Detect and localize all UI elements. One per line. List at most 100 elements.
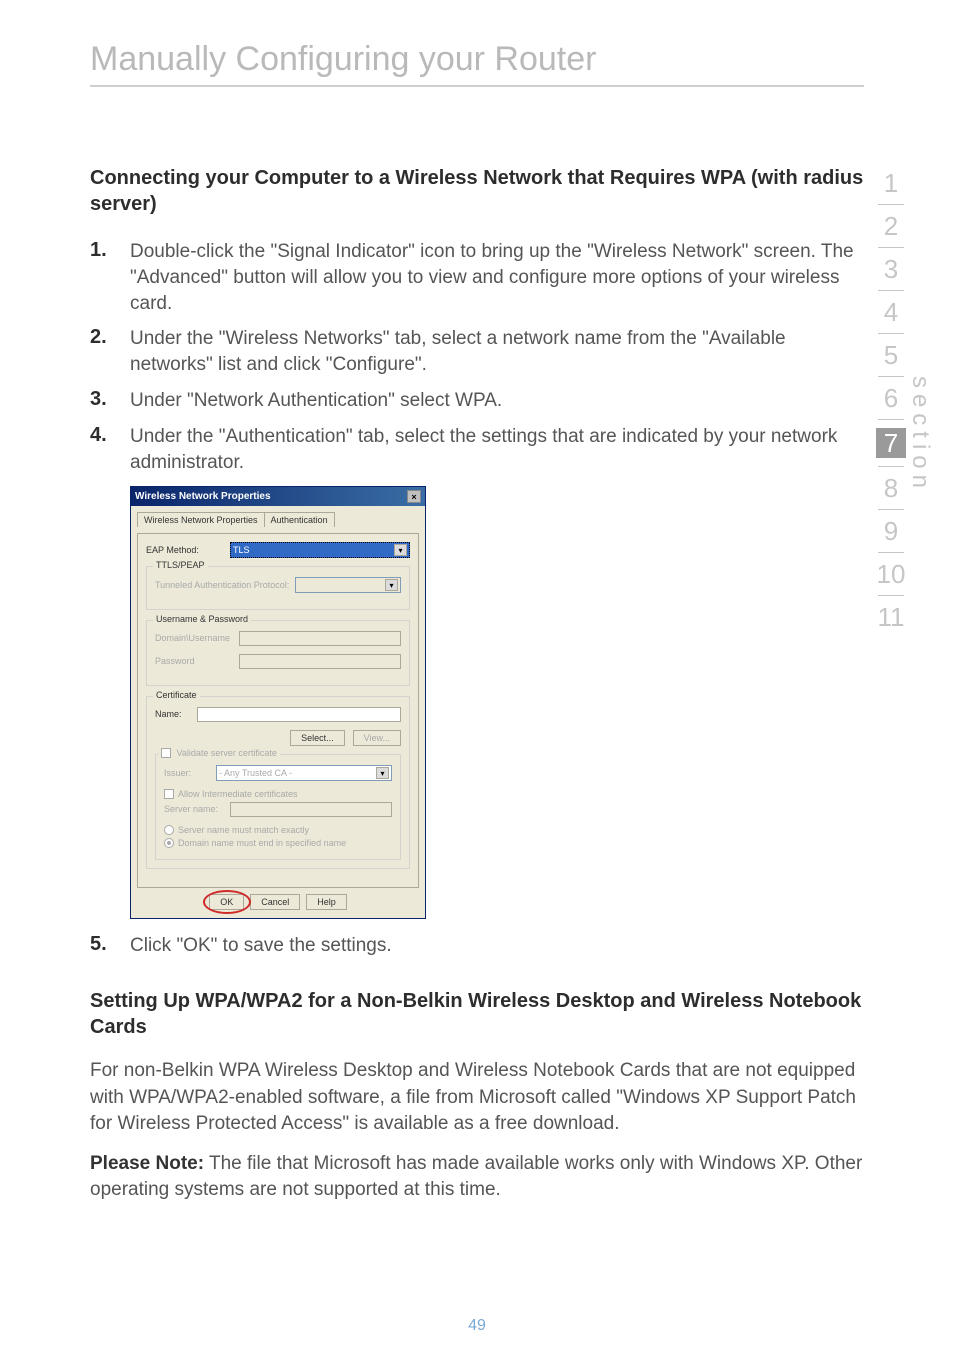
password-label: Password [155, 656, 233, 666]
username-password-group-title: Username & Password [153, 614, 251, 624]
step-5: 5. Click "OK" to save the settings. [90, 933, 864, 959]
steps-list-1: 1. Double-click the "Signal Indicator" i… [90, 239, 864, 476]
tunneled-auth-label: Tunneled Authentication Protocol: [155, 580, 289, 590]
validate-checkbox[interactable] [161, 748, 171, 758]
cert-buttons-row: Select... View... [155, 730, 401, 746]
nav-divider [878, 247, 904, 248]
ttls-peap-group-title: TTLS/PEAP [153, 560, 208, 570]
step-text: Under the "Authentication" tab, select t… [130, 424, 864, 476]
nav-2[interactable]: 2 [876, 213, 906, 239]
step-number: 2. [90, 326, 130, 349]
nav-4[interactable]: 4 [876, 299, 906, 325]
dialog-body: Wireless Network Properties Authenticati… [131, 506, 425, 918]
tab-wireless-network-properties[interactable]: Wireless Network Properties [137, 512, 265, 527]
server-name-row: Server name: [164, 802, 392, 817]
tunneled-auth-row: Tunneled Authentication Protocol: ▾ [155, 577, 401, 593]
tab-authentication[interactable]: Authentication [264, 512, 335, 527]
nav-3[interactable]: 3 [876, 256, 906, 282]
step-2: 2. Under the "Wireless Networks" tab, se… [90, 326, 864, 378]
eap-method-label: EAP Method: [146, 545, 224, 555]
nav-divider [878, 419, 904, 420]
nav-divider [878, 552, 904, 553]
nav-7-active[interactable]: 7 [876, 428, 906, 458]
chapter-rule [90, 85, 864, 87]
chevron-down-icon: ▾ [376, 767, 389, 779]
step-4: 4. Under the "Authentication" tab, selec… [90, 424, 864, 476]
dialog-button-row: OK Cancel Help [137, 888, 419, 912]
step-number: 1. [90, 239, 130, 262]
radio-end-name[interactable] [164, 838, 174, 848]
tunneled-auth-select[interactable]: ▾ [295, 577, 401, 593]
step-number: 4. [90, 424, 130, 447]
domain-username-input[interactable] [239, 631, 401, 646]
view-cert-button[interactable]: View... [353, 730, 401, 746]
close-icon[interactable]: × [407, 490, 421, 503]
step-3: 3. Under "Network Authentication" select… [90, 388, 864, 414]
nav-9[interactable]: 9 [876, 518, 906, 544]
nav-10[interactable]: 10 [876, 561, 906, 587]
username-password-group: Username & Password Domain\Username Pass… [146, 620, 410, 686]
step-text: Click "OK" to save the settings. [130, 933, 392, 959]
radio-end-name-label: Domain name must end in specified name [178, 838, 346, 848]
allow-intermediate-label: Allow Intermediate certificates [178, 789, 298, 799]
validate-checkbox-row: Validate server certificate [158, 748, 280, 759]
nav-11[interactable]: 11 [876, 604, 906, 630]
document-page: Manually Configuring your Router Connect… [0, 0, 954, 1363]
step-text: Under "Network Authentication" select WP… [130, 388, 502, 414]
issuer-label: Issuer: [164, 768, 210, 778]
eap-method-select[interactable]: TLS ▾ [230, 542, 410, 558]
eap-method-row: EAP Method: TLS ▾ [146, 542, 410, 558]
validate-label: Validate server certificate [177, 748, 277, 758]
server-name-label: Server name: [164, 804, 224, 814]
cert-name-input[interactable] [197, 707, 401, 722]
please-note-label: Please Note: [90, 1153, 204, 1174]
chevron-down-icon: ▾ [394, 544, 407, 556]
nav-5[interactable]: 5 [876, 342, 906, 368]
password-row: Password [155, 654, 401, 669]
select-cert-button[interactable]: Select... [290, 730, 345, 746]
nav-6[interactable]: 6 [876, 385, 906, 411]
wireless-network-properties-dialog: Wireless Network Properties × Wireless N… [130, 486, 426, 919]
nav-divider [878, 333, 904, 334]
allow-intermediate-row: Allow Intermediate certificates [164, 789, 392, 799]
certificate-group-title: Certificate [153, 690, 200, 700]
dialog-panel: EAP Method: TLS ▾ TTLS/PEAP Tunneled Aut… [137, 533, 419, 888]
chapter-title: Manually Configuring your Router [90, 40, 864, 79]
domain-username-row: Domain\Username [155, 631, 401, 646]
step-number: 3. [90, 388, 130, 411]
step-text: Under the "Wireless Networks" tab, selec… [130, 326, 864, 378]
step-1: 1. Double-click the "Signal Indicator" i… [90, 239, 864, 316]
ok-button-wrap: OK [209, 894, 244, 910]
issuer-select[interactable]: - Any Trusted CA - ▾ [216, 765, 392, 781]
certificate-group: Certificate Name: Select... View... [146, 696, 410, 869]
help-button[interactable]: Help [306, 894, 347, 910]
ttls-peap-group: TTLS/PEAP Tunneled Authentication Protoc… [146, 566, 410, 610]
nav-divider [878, 290, 904, 291]
dialog-screenshot: Wireless Network Properties × Wireless N… [130, 486, 426, 919]
please-note-text: The file that Microsoft has made availab… [90, 1153, 862, 1200]
nav-divider [878, 595, 904, 596]
radio-match-exact-label: Server name must match exactly [178, 825, 309, 835]
step-text: Double-click the "Signal Indicator" icon… [130, 239, 864, 316]
section-nav: 1 2 3 4 5 6 7 8 9 10 11 [876, 170, 906, 630]
cancel-button[interactable]: Cancel [250, 894, 300, 910]
section-label: section [906, 376, 934, 494]
radio-match-exact-row: Server name must match exactly [164, 825, 392, 835]
chevron-down-icon: ▾ [385, 579, 398, 591]
dialog-title: Wireless Network Properties [135, 491, 271, 502]
cert-name-row: Name: [155, 707, 401, 722]
nav-divider [878, 466, 904, 467]
section-heading-wpa-radius: Connecting your Computer to a Wireless N… [90, 165, 864, 217]
allow-intermediate-checkbox[interactable] [164, 789, 174, 799]
nav-divider [878, 204, 904, 205]
nav-1[interactable]: 1 [876, 170, 906, 196]
eap-method-value: TLS [233, 545, 250, 555]
page-number: 49 [0, 1317, 954, 1335]
dialog-tabs: Wireless Network Properties Authenticati… [137, 512, 419, 527]
radio-match-exact[interactable] [164, 825, 174, 835]
issuer-value: - Any Trusted CA - [219, 768, 292, 778]
nav-8[interactable]: 8 [876, 475, 906, 501]
ok-button[interactable]: OK [209, 894, 244, 910]
server-name-input[interactable] [230, 802, 392, 817]
password-input[interactable] [239, 654, 401, 669]
